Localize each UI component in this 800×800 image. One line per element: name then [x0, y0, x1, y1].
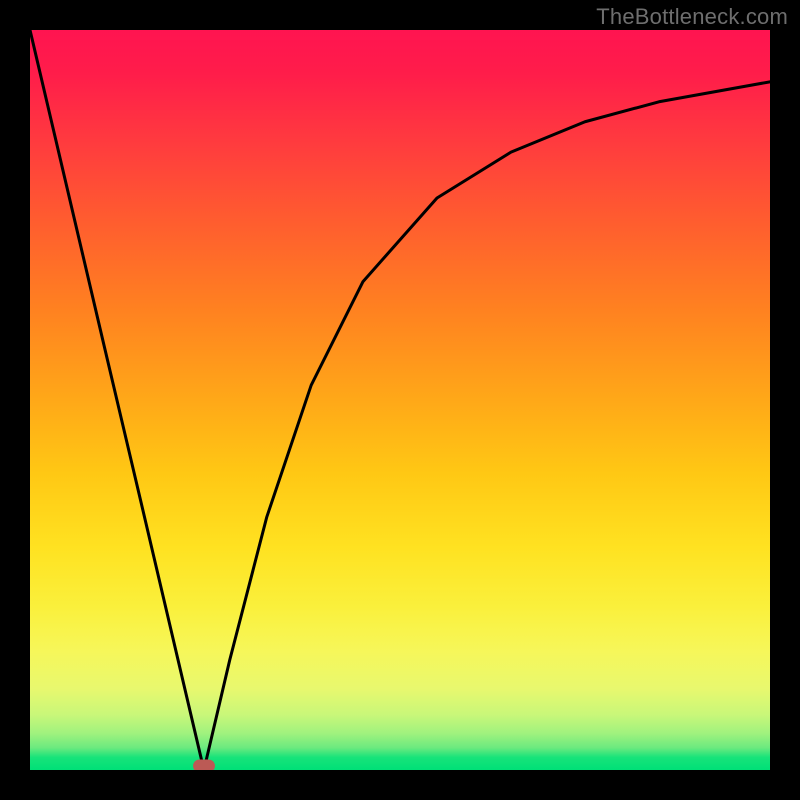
optimum-marker: [193, 760, 215, 771]
plot-area: [30, 30, 770, 770]
chart-frame: TheBottleneck.com: [0, 0, 800, 800]
watermark-text: TheBottleneck.com: [596, 4, 788, 30]
curve-svg: [30, 30, 770, 770]
bottleneck-curve: [30, 30, 770, 770]
